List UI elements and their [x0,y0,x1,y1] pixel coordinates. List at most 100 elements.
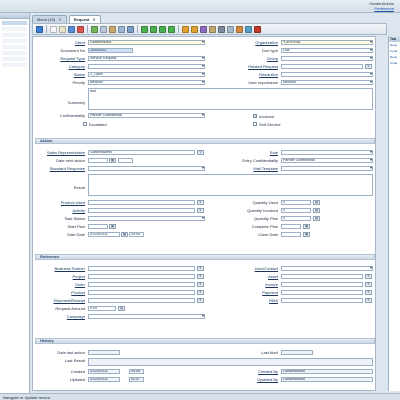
organization-field[interactable]: *CENTRAL [281,40,373,45]
request-type-field[interactable]: Service Request [88,56,205,61]
quantity-plan-field[interactable]: 0 [281,216,311,221]
new-icon[interactable] [50,25,57,33]
close-icon[interactable]: ✕ [92,17,95,22]
copy-icon[interactable] [59,25,66,33]
asset-field[interactable] [281,274,363,279]
menu-item[interactable] [2,45,27,49]
confidentiality-field[interactable]: Partner Confidential [88,113,205,118]
status-field[interactable]: 1_Open [88,72,205,77]
resolution-field[interactable] [281,72,373,77]
activity-field[interactable] [88,208,195,213]
tab-request[interactable]: Request ✕ [68,15,101,23]
search-icon[interactable]: ⚲ [197,290,204,295]
menu-item[interactable] [2,33,27,37]
start-time-field[interactable]: 04:05 [129,232,144,237]
attachment-icon[interactable] [109,25,116,33]
delete-icon[interactable] [77,25,84,33]
document-no-field[interactable]: 10000003 [88,48,133,53]
date-next-action-field[interactable] [88,158,108,163]
task-status-field[interactable] [88,216,205,221]
reference-section-header[interactable]: Reference [35,254,375,260]
menu-item[interactable] [2,57,27,61]
priority-field[interactable]: Medium [88,80,205,85]
start-plan-field[interactable] [88,224,108,229]
search-icon[interactable]: ⚲ [365,274,372,279]
mail-template-field[interactable] [281,166,373,171]
rma-field[interactable] [281,298,363,303]
user-importance-field[interactable]: Medium [281,80,373,85]
search-icon[interactable]: ⚲ [365,64,372,69]
history-section-header[interactable]: History [35,338,375,344]
group-field[interactable] [281,56,373,61]
time-next-action-field[interactable] [118,158,133,163]
calendar-icon[interactable]: ▦ [303,224,310,229]
menu-item[interactable] [2,51,27,55]
quantity-invoiced-field[interactable]: 0 [281,208,311,213]
help-icon[interactable] [36,25,43,33]
due-type-field[interactable]: Due [281,48,373,53]
report-icon[interactable] [200,25,207,33]
search-icon[interactable]: ⚲ [197,150,204,155]
campaign-field[interactable] [88,314,205,319]
invoiced-checkbox[interactable]: ✓ [253,114,257,118]
calculator-icon[interactable]: ▤ [313,208,320,213]
calculator-icon[interactable]: ▤ [313,216,320,221]
escalated-checkbox[interactable] [83,122,87,126]
project-field[interactable] [88,274,195,279]
find-icon[interactable] [100,25,107,33]
product-used-field[interactable] [88,200,195,205]
last-icon[interactable] [168,25,175,33]
search-icon[interactable]: ⚲ [197,298,204,303]
result-textarea[interactable] [88,174,373,196]
complete-plan-field[interactable] [281,224,301,229]
calendar-icon[interactable]: ▦ [303,232,310,237]
close-date-field[interactable] [281,232,301,237]
menu-item[interactable] [2,63,27,67]
search-icon[interactable]: ⚲ [197,282,204,287]
prev-icon[interactable] [150,25,157,33]
action-section-header[interactable]: Action [35,138,375,144]
sales-rep-field[interactable]: GardenAdmin [88,150,195,155]
menu-item[interactable] [2,27,27,31]
role-field[interactable] [281,150,373,155]
workflow-icon[interactable] [236,25,243,33]
order-field[interactable] [88,282,195,287]
calendar-icon[interactable]: ▦ [121,232,128,237]
process-icon[interactable] [245,25,252,33]
next-icon[interactable] [159,25,166,33]
search-icon[interactable]: ⚲ [365,282,372,287]
grid-toggle-icon[interactable] [127,25,134,33]
history-icon[interactable] [118,25,125,33]
user-contact-field[interactable] [281,266,373,271]
request-amount-field[interactable]: 0.00 [88,306,116,311]
search-icon[interactable]: ⚲ [197,266,204,271]
print-icon[interactable] [218,25,225,33]
tab-menu[interactable]: Menu (10) ✕ [32,15,67,23]
category-field[interactable] [88,64,205,69]
archive-icon[interactable] [209,25,216,33]
first-icon[interactable] [141,25,148,33]
product-field[interactable] [88,290,195,295]
calculator-icon[interactable]: ▤ [118,306,125,311]
side-link[interactable]: Upda [389,60,400,66]
search-icon[interactable]: ⚲ [197,208,204,213]
search-icon[interactable]: ⚲ [197,200,204,205]
entry-confidentiality-field[interactable]: Partner Confidential [281,158,373,163]
standard-response-field[interactable] [88,166,205,171]
refresh-icon[interactable] [91,25,98,33]
save-icon[interactable] [68,25,75,33]
invoice-field[interactable] [281,282,363,287]
quantity-used-field[interactable]: 0 [281,200,311,205]
search-icon[interactable]: ⚲ [197,274,204,279]
search-icon[interactable]: ⚲ [365,298,372,303]
payment-field[interactable] [281,290,363,295]
exit-icon[interactable] [254,25,261,33]
calculator-icon[interactable]: ▤ [313,200,320,205]
close-icon[interactable]: ✕ [58,17,61,22]
menu-item[interactable] [2,39,27,43]
detail-icon[interactable] [191,25,198,33]
related-request-field[interactable] [281,64,363,69]
client-field[interactable]: GardenWorld [88,40,205,45]
business-partner-field[interactable] [88,266,195,271]
parent-icon[interactable] [182,25,189,33]
